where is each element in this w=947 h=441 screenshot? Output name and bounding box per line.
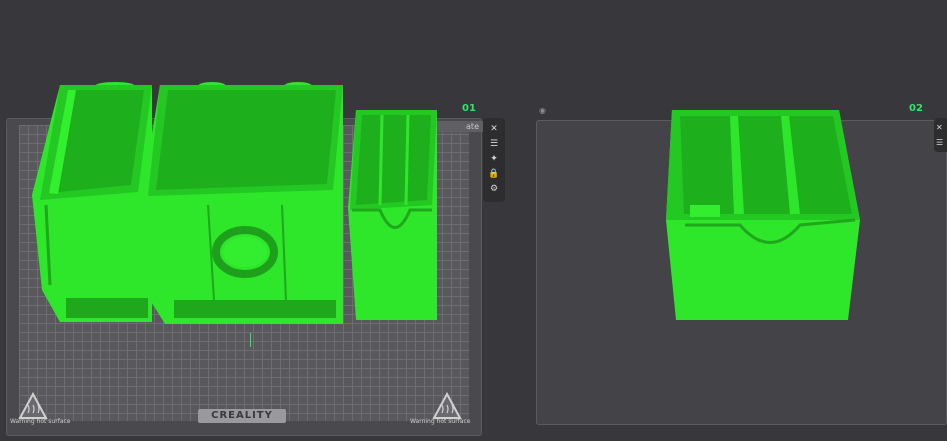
model-box-d[interactable] <box>666 110 860 320</box>
model-box-a[interactable] <box>32 82 152 322</box>
model-box-b[interactable] <box>142 82 343 324</box>
model-box-c[interactable] <box>348 110 437 320</box>
